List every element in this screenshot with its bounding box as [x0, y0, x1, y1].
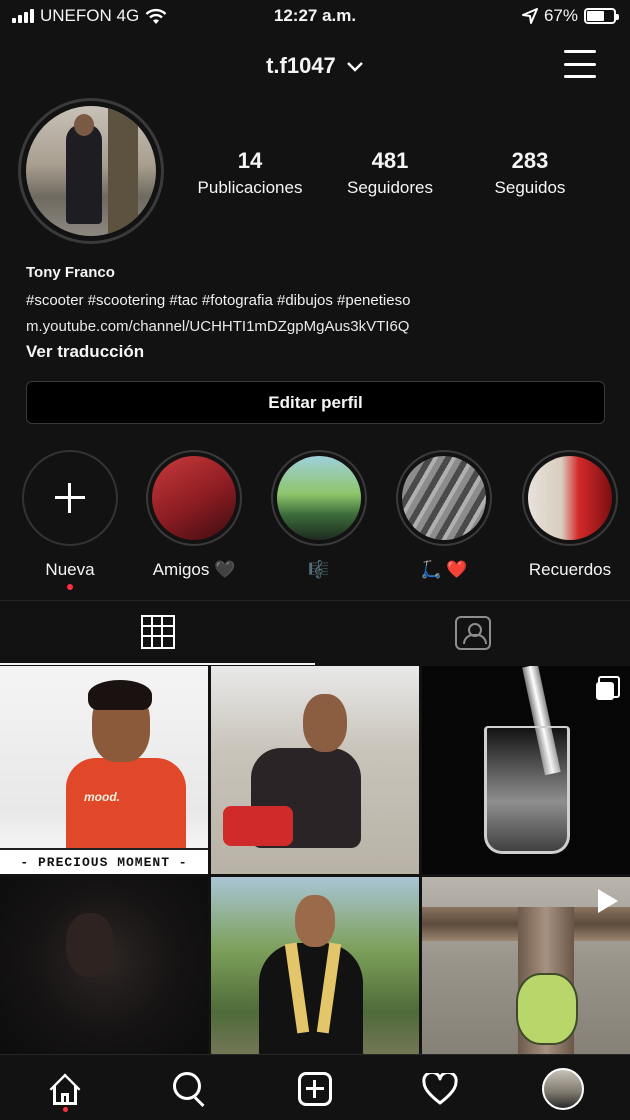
search-icon — [173, 1072, 207, 1106]
profile-avatar-icon — [542, 1068, 584, 1110]
location-arrow-icon — [521, 8, 538, 24]
highlight-recuerdos[interactable]: Recuerdos — [518, 450, 622, 580]
profile-stats: 14 Publicaciones 481 Seguidores 283 Segu… — [180, 148, 600, 198]
hamburger-menu-icon[interactable] — [564, 50, 596, 78]
display-name: Tony Franco — [26, 264, 115, 281]
edit-profile-button[interactable]: Editar perfil — [26, 381, 605, 424]
post-thumbnail[interactable] — [211, 877, 419, 1054]
tagged-photos-icon — [454, 616, 491, 650]
highlight-label: 🛴 ❤️ — [420, 560, 468, 579]
profile-avatar[interactable] — [18, 98, 164, 244]
stat-posts[interactable]: 14 Publicaciones — [180, 148, 320, 198]
post-thumbnail[interactable] — [0, 877, 208, 1054]
battery-percent: 67% — [543, 6, 578, 25]
highlight-cover — [277, 456, 361, 540]
story-highlights: Nueva Amigos 🖤 🎼 🛴 ❤️ Recuerdos — [0, 450, 630, 590]
nav-profile[interactable] — [541, 1067, 585, 1111]
tab-tagged[interactable] — [315, 601, 630, 665]
post-caption-banner: - PRECIOUS MOMENT - — [0, 848, 208, 874]
highlight-label: 🎼 — [308, 560, 330, 579]
stat-count: 481 — [371, 148, 409, 173]
tab-grid[interactable] — [0, 601, 315, 665]
highlight-scooter[interactable]: 🛴 ❤️ — [394, 450, 494, 580]
home-notification-dot — [63, 1107, 68, 1112]
stat-label: Seguidores — [346, 178, 433, 197]
highlight-amigos[interactable]: Amigos 🖤 — [144, 450, 244, 580]
highlight-label: Amigos 🖤 — [152, 560, 236, 579]
posts-grid: mood. - PRECIOUS MOMENT - — [0, 666, 630, 1054]
highlight-music[interactable]: 🎼 — [269, 450, 369, 580]
nav-search[interactable] — [168, 1067, 212, 1111]
highlight-label: Recuerdos — [528, 560, 612, 579]
shirt-text: mood. — [84, 790, 120, 804]
translate-link[interactable]: Ver traducción — [26, 342, 616, 362]
plus-icon — [55, 483, 85, 513]
bottom-navigation — [0, 1054, 630, 1120]
post-thumbnail[interactable] — [422, 666, 630, 874]
username: t.f1047 — [266, 53, 336, 79]
activity-heart-icon — [422, 1073, 458, 1105]
bio-hashtags[interactable]: #scooter #scootering #tac #fotografia #d… — [26, 292, 616, 309]
highlight-cover — [528, 456, 612, 540]
stat-label: Publicaciones — [197, 178, 303, 197]
nav-home[interactable] — [43, 1067, 87, 1111]
post-thumbnail[interactable]: mood. - PRECIOUS MOMENT - — [0, 666, 208, 874]
stat-count: 283 — [511, 148, 549, 173]
nav-activity[interactable] — [418, 1067, 462, 1111]
grid-icon — [140, 615, 175, 649]
nav-new-post[interactable] — [293, 1067, 337, 1111]
video-play-icon — [598, 889, 618, 913]
stat-count: 14 — [237, 148, 263, 173]
post-thumbnail[interactable] — [422, 877, 630, 1054]
profile-photo — [26, 106, 156, 236]
stat-label: Seguidos — [494, 178, 566, 197]
chevron-down-icon — [347, 62, 363, 72]
profile-header: t.f1047 — [0, 40, 630, 90]
stat-followers[interactable]: 481 Seguidores — [320, 148, 460, 198]
bio-link[interactable]: m.youtube.com/channel/UCHHTI1mDZgpMgAus3… — [26, 318, 616, 335]
notification-dot — [67, 584, 73, 590]
profile-tabs — [0, 600, 630, 665]
account-switcher-button[interactable]: t.f1047 — [0, 52, 630, 79]
status-bar: UNEFON 4G 12:27 a.m. 67% — [0, 0, 630, 34]
highlight-cover — [152, 456, 236, 540]
highlight-label: Nueva — [45, 560, 95, 579]
home-icon — [48, 1073, 82, 1105]
highlight-new[interactable]: Nueva — [20, 450, 120, 590]
stat-following[interactable]: 283 Seguidos — [460, 148, 600, 198]
battery-icon — [584, 8, 619, 24]
highlight-cover — [402, 456, 486, 540]
post-thumbnail[interactable] — [211, 666, 419, 874]
multiple-photos-icon — [596, 676, 620, 700]
profile-bio: Tony Franco #scooter #scootering #tac #f… — [26, 264, 616, 362]
new-post-icon — [298, 1072, 332, 1106]
